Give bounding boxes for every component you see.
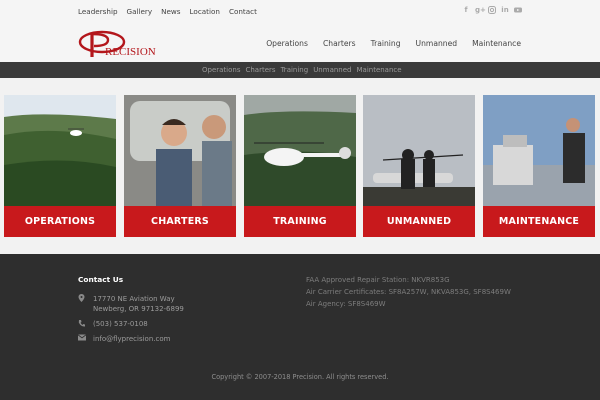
tile-unmanned[interactable]: UNMANNED bbox=[363, 95, 475, 237]
tile-charters[interactable]: CHARTERS bbox=[124, 95, 236, 237]
subnav-maintenance[interactable]: Maintenance bbox=[356, 66, 401, 74]
tile-operations[interactable]: OPERATIONS bbox=[4, 95, 116, 237]
tile-training-label: TRAINING bbox=[244, 206, 356, 237]
cert-air-carrier: Air Carrier Certificates: SF8A257W, NKVA… bbox=[306, 288, 511, 296]
subnav-charters[interactable]: Charters bbox=[245, 66, 275, 74]
cert-air-agency: Air Agency: SF8S469W bbox=[306, 300, 386, 308]
nav-maintenance[interactable]: Maintenance bbox=[472, 39, 521, 48]
sub-nav-bar: Operations Charters Training Unmanned Ma… bbox=[0, 62, 600, 78]
site-footer: Contact Us 17770 NE Aviation Way Newberg… bbox=[0, 254, 600, 400]
link-news[interactable]: News bbox=[161, 7, 180, 16]
youtube-icon[interactable] bbox=[514, 6, 522, 14]
utility-bar: Leadership Gallery News Location Contact… bbox=[0, 0, 600, 24]
instagram-icon[interactable] bbox=[488, 6, 496, 14]
link-leadership[interactable]: Leadership bbox=[78, 7, 118, 16]
logo-text: RECISION bbox=[105, 46, 156, 58]
sub-nav: Operations Charters Training Unmanned Ma… bbox=[202, 66, 402, 74]
nav-charters[interactable]: Charters bbox=[323, 39, 356, 48]
address-line1: 17770 NE Aviation Way bbox=[93, 295, 175, 303]
linkedin-icon[interactable]: in bbox=[501, 6, 509, 14]
social-links: f g+ in bbox=[462, 6, 522, 14]
link-contact[interactable]: Contact bbox=[229, 7, 257, 16]
facebook-icon[interactable]: f bbox=[462, 6, 470, 14]
subnav-operations[interactable]: Operations bbox=[202, 66, 240, 74]
link-location[interactable]: Location bbox=[190, 7, 220, 16]
address-line2: Newberg, OR 97132-6899 bbox=[93, 305, 184, 313]
subnav-training[interactable]: Training bbox=[281, 66, 309, 74]
cert-repair-station: FAA Approved Repair Station: NKVR853G bbox=[306, 276, 450, 284]
contact-heading: Contact Us bbox=[78, 275, 124, 284]
precision-logo[interactable]: RECISION bbox=[78, 29, 158, 59]
maintenance-photo bbox=[483, 95, 595, 206]
link-gallery[interactable]: Gallery bbox=[127, 7, 153, 16]
phone-row: (503) 537-0108 bbox=[78, 319, 148, 329]
envelope-icon bbox=[77, 334, 87, 342]
phone-icon bbox=[78, 319, 85, 327]
charters-photo bbox=[124, 95, 236, 206]
nav-training[interactable]: Training bbox=[371, 39, 401, 48]
utility-links: Leadership Gallery News Location Contact bbox=[78, 7, 257, 16]
service-tiles: OPERATIONS CHARTERS TRAINING UNMANNED MA… bbox=[0, 78, 600, 254]
subnav-unmanned[interactable]: Unmanned bbox=[313, 66, 351, 74]
training-photo bbox=[244, 95, 356, 206]
nav-operations[interactable]: Operations bbox=[266, 39, 308, 48]
address-row: 17770 NE Aviation Way Newberg, OR 97132-… bbox=[78, 294, 184, 314]
phone-number[interactable]: (503) 537-0108 bbox=[93, 319, 148, 329]
certifications: FAA Approved Repair Station: NKVR853G Ai… bbox=[306, 274, 511, 310]
tile-charters-label: CHARTERS bbox=[124, 206, 236, 237]
google-plus-icon[interactable]: g+ bbox=[475, 6, 486, 14]
tile-unmanned-label: UNMANNED bbox=[363, 206, 475, 237]
tile-training[interactable]: TRAINING bbox=[244, 95, 356, 237]
email-link[interactable]: info@flyprecision.com bbox=[93, 334, 170, 344]
tile-maintenance[interactable]: MAINTENANCE bbox=[483, 95, 595, 237]
tile-operations-label: OPERATIONS bbox=[4, 206, 116, 237]
map-pin-icon bbox=[78, 294, 85, 302]
main-nav: Operations Charters Training Unmanned Ma… bbox=[266, 39, 521, 48]
copyright: Copyright © 2007-2018 Precision. All rig… bbox=[211, 373, 389, 381]
nav-unmanned[interactable]: Unmanned bbox=[416, 39, 458, 48]
tile-maintenance-label: MAINTENANCE bbox=[483, 206, 595, 237]
operations-photo bbox=[4, 95, 116, 206]
unmanned-photo bbox=[363, 95, 475, 206]
site-header: RECISION Operations Charters Training Un… bbox=[0, 24, 600, 62]
email-row: info@flyprecision.com bbox=[77, 334, 170, 344]
